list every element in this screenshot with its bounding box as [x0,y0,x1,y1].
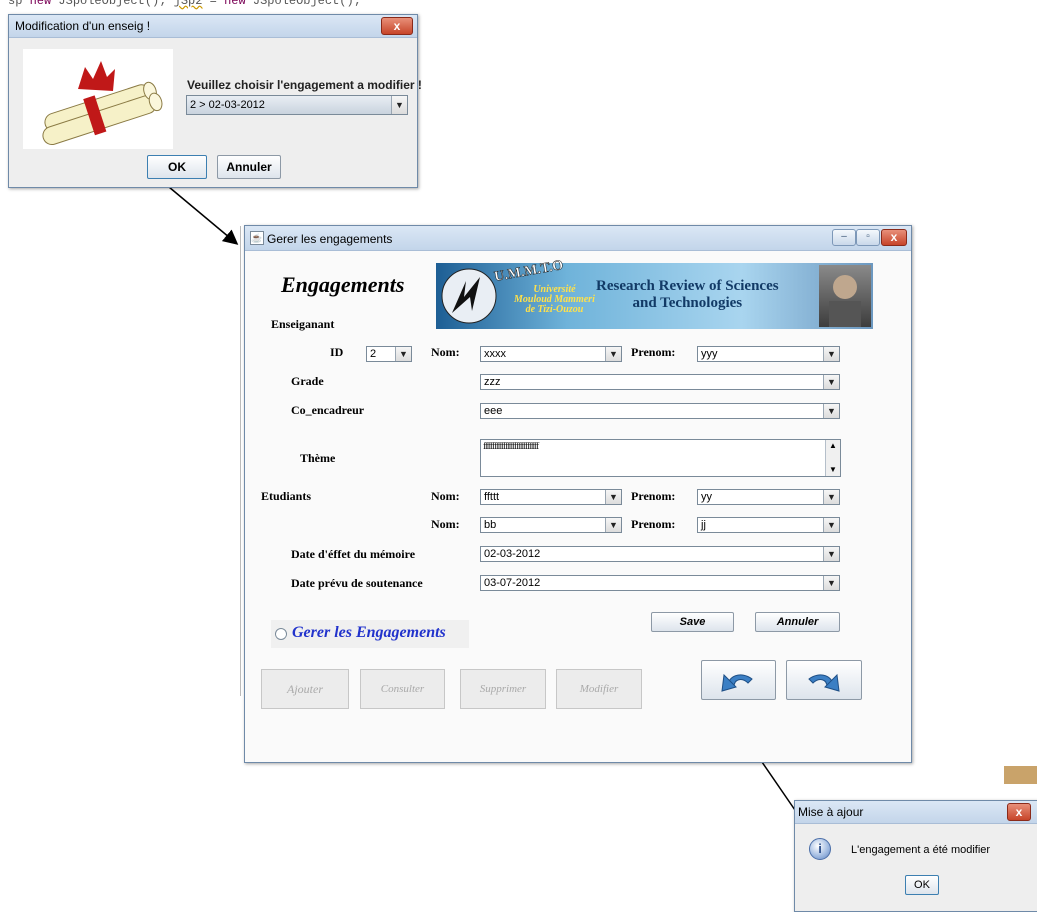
annuler-button[interactable]: Annuler [755,612,840,632]
teacher-nom-select[interactable]: xxxx ▼ [480,346,622,362]
coencadreur-select[interactable]: eee ▼ [480,403,840,419]
chevron-down-icon[interactable]: ▼ [823,576,839,590]
teacher-prenom-label: Prenom: [631,345,676,359]
grade-select[interactable]: zzz ▼ [480,374,840,390]
theme-textarea[interactable]: ffffffffffffffffffffffffffffff ▲ ▼ [480,439,841,477]
banner-review: Research Review of Sciences and Technolog… [596,278,779,311]
ajouter-button[interactable]: Ajouter [261,669,349,709]
info-icon: i [809,838,831,860]
info-title: Mise à ajour [798,805,864,819]
info-close-icon[interactable]: x [1007,803,1031,821]
chevron-down-icon[interactable]: ▼ [391,96,407,114]
main-close-icon[interactable]: x [881,229,907,246]
chevron-down-icon[interactable]: ▼ [823,404,839,418]
java-icon: ☕ [250,231,264,245]
theme-label: Thème [300,451,336,465]
radio-circle-icon[interactable] [275,628,287,640]
gerer-radio[interactable]: Gerer les Engagements [271,620,469,648]
section-teacher: Enseiganant [271,317,335,331]
gerer-radio-label: Gerer les Engagements [292,624,446,641]
banner-acronym: U.M.M.T.O [493,258,565,285]
student1-nom-label: Nom: [431,489,460,503]
info-titlebar: Mise à ajour x [795,801,1037,824]
id-label: ID [330,345,344,359]
chevron-down-icon[interactable]: ▼ [605,518,621,532]
chevron-down-icon[interactable]: ▼ [395,347,411,361]
page-title: Engagements [281,272,405,297]
undo-button[interactable] [701,660,776,700]
consulter-button[interactable]: Consulter [360,669,445,709]
chevron-down-icon[interactable]: ▼ [605,490,621,504]
undo-icon [721,673,753,692]
ok-button[interactable]: OK [147,155,207,179]
date-effet-select[interactable]: 02-03-2012 ▼ [480,546,840,562]
coencadreur-label: Co_encadreur [291,403,365,417]
engagement-select[interactable]: 2 > 02-03-2012 ▼ [186,95,408,115]
student1-nom-select[interactable]: ffttt ▼ [480,489,622,505]
student2-nom-label: Nom: [431,517,460,531]
main-title: Gerer les engagements [267,232,393,246]
section-students: Etudiants [261,489,312,503]
chevron-down-icon[interactable]: ▼ [823,347,839,361]
scroll-up-icon[interactable]: ▲ [826,440,840,452]
supprimer-button[interactable]: Supprimer [460,669,546,709]
info-dialog: Mise à ajour x i L'engagement a été modi… [794,800,1037,912]
cancel-button[interactable]: Annuler [217,155,281,179]
main-window: ☕ Gerer les engagements – ▫ x Engagement… [244,225,912,763]
date-prevu-label: Date prévu de soutenance [291,576,423,590]
scroll-down-icon[interactable]: ▼ [826,464,840,476]
date-effet-label: Date d'éffet du mémoire [291,547,416,561]
main-titlebar: ☕ Gerer les engagements – ▫ x [245,226,911,251]
teacher-nom-label: Nom: [431,345,460,359]
redo-icon [808,673,840,692]
date-prevu-select[interactable]: 03-07-2012 ▼ [480,575,840,591]
grade-label: Grade [291,374,324,388]
minimize-icon[interactable]: – [832,229,856,246]
teacher-prenom-select[interactable]: yyy ▼ [697,346,840,362]
student1-prenom-select[interactable]: yy ▼ [697,489,840,505]
background-fragment [1004,766,1037,784]
chevron-down-icon[interactable]: ▼ [823,375,839,389]
theme-scrollbar[interactable]: ▲ ▼ [825,440,840,476]
banner-university: Université Mouloud Mammeri de Tizi-Ouzou [514,284,595,315]
banner-portrait [819,265,871,327]
close-icon[interactable]: x [381,17,413,35]
student1-prenom-label: Prenom: [631,489,676,503]
student2-prenom-select[interactable]: jj ▼ [697,517,840,533]
chevron-down-icon[interactable]: ▼ [823,490,839,504]
save-button[interactable]: Save [651,612,734,632]
id-select[interactable]: 2 ▼ [366,346,412,362]
chevron-down-icon[interactable]: ▼ [823,518,839,532]
engagement-select-value: 2 > 02-03-2012 [190,99,265,111]
modifier-button[interactable]: Modifier [556,669,642,709]
redo-button[interactable] [786,660,862,700]
maximize-icon[interactable]: ▫ [856,229,880,246]
diploma-scroll-image [23,49,173,149]
select-dialog-title: Modification d'un enseig ! [15,19,151,33]
university-logo [441,268,497,324]
info-ok-button[interactable]: OK [905,875,939,895]
info-message: L'engagement a été modifier [851,844,991,856]
student2-prenom-label: Prenom: [631,517,676,531]
select-dialog-titlebar: Modification d'un enseig ! x [9,15,417,38]
chevron-down-icon[interactable]: ▼ [605,347,621,361]
select-prompt: Veuillez choisir l'engagement a modifier… [187,78,422,92]
university-banner: U.M.M.T.O Université Mouloud Mammeri de Ti… [436,258,873,329]
select-dialog: Modification d'un enseig ! x Veuillez ch… [8,14,422,188]
student2-nom-select[interactable]: bb ▼ [480,517,622,533]
chevron-down-icon[interactable]: ▼ [823,547,839,561]
